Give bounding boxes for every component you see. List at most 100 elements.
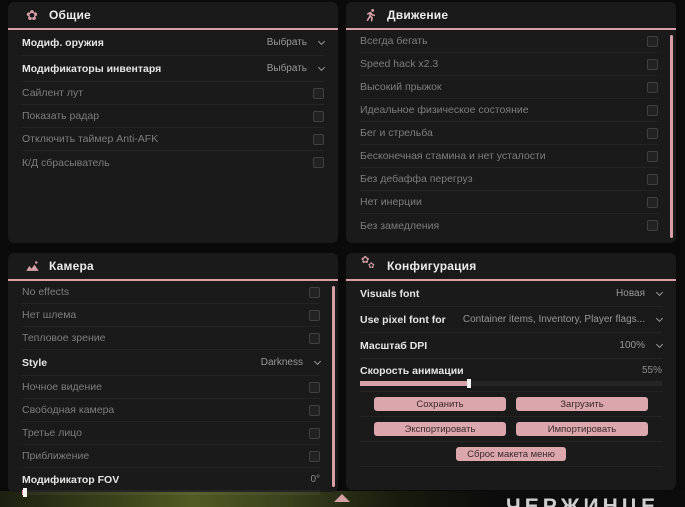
row-no-helmet[interactable]: Нет шлема: [22, 304, 320, 327]
row-thermal-vision[interactable]: Тепловое зрение: [22, 327, 320, 350]
checkbox[interactable]: [647, 35, 658, 47]
row-third-person[interactable]: Третье лицо: [22, 422, 320, 445]
row-zoom[interactable]: Приближение: [22, 445, 320, 468]
export-button[interactable]: Экспортировать: [374, 422, 506, 436]
dropdown-value: Выбрать: [266, 63, 307, 74]
import-button[interactable]: Импортировать: [516, 422, 648, 436]
row-label: Высокий прыжок: [360, 81, 442, 93]
row-always-run[interactable]: Всегда бегать: [360, 30, 658, 53]
animation-speed-slider-fill: [360, 381, 469, 386]
button-row-reset: Сброс макета меню: [360, 442, 662, 467]
panel-camera: Камера No effects Нет шлема Тепловое зре…: [8, 253, 338, 497]
animation-speed-slider[interactable]: [360, 379, 662, 388]
row-infinite-stamina[interactable]: Бесконечная стамина и нет усталости: [360, 145, 658, 168]
row-label: Бесконечная стамина и нет усталости: [360, 150, 546, 162]
panel-movement-header: Движение: [346, 2, 676, 30]
dropdown-value: 100%: [619, 340, 645, 351]
dropdown[interactable]: 100%: [619, 340, 664, 351]
row-dpi-scale[interactable]: Масштаб DPI 100%: [360, 333, 664, 359]
checkbox[interactable]: [313, 157, 324, 168]
row-cooldown-reset[interactable]: К/Д сбрасыватель: [22, 151, 324, 174]
row-label: No effects: [22, 286, 70, 298]
animation-speed-slider-handle[interactable]: [466, 379, 471, 388]
row-label: Показать радар: [22, 110, 100, 122]
dropdown[interactable]: Новая: [616, 288, 664, 299]
checkbox[interactable]: [647, 150, 658, 162]
save-button[interactable]: Сохранить: [374, 397, 506, 411]
checkbox[interactable]: [309, 450, 320, 462]
row-label: Без замедления: [360, 219, 440, 232]
fov-slider[interactable]: [22, 488, 320, 497]
row-no-effects[interactable]: No effects: [22, 281, 320, 304]
row-free-camera[interactable]: Свободная камера: [22, 399, 320, 422]
row-label: Скорость анимации: [360, 364, 464, 377]
panel-general-rows: Модиф. оружия Выбрать Модификаторы инвен…: [8, 30, 338, 174]
row-label: Масштаб DPI: [360, 339, 428, 352]
row-label: Модификаторы инвентаря: [22, 62, 162, 75]
row-label: Всегда бегать: [360, 35, 428, 47]
row-show-radar[interactable]: Показать радар: [22, 105, 324, 128]
row-label: Нет шлема: [22, 309, 77, 321]
row-no-inertia[interactable]: Нет инерции: [360, 191, 658, 214]
checkbox[interactable]: [309, 427, 320, 439]
checkbox[interactable]: [647, 196, 658, 208]
checkbox[interactable]: [647, 58, 658, 70]
checkbox[interactable]: [309, 381, 320, 393]
chevron-down-icon: [655, 314, 664, 323]
checkbox[interactable]: [309, 309, 320, 321]
row-label: Сайлент лут: [22, 87, 84, 99]
checkbox[interactable]: [313, 110, 324, 122]
row-perfect-physical-state[interactable]: Идеальное физическое состояние: [360, 99, 658, 122]
row-high-jump[interactable]: Высокий прыжок: [360, 76, 658, 99]
row-label: Speed hack x2.3: [360, 58, 439, 70]
row-disable-antiafk-timer[interactable]: Отключить таймер Anti-AFK: [22, 128, 324, 151]
row-label: Use pixel font for: [360, 313, 446, 326]
dropdown[interactable]: Выбрать: [266, 63, 326, 74]
panel-title: Общие: [49, 8, 91, 22]
checkbox[interactable]: [647, 220, 658, 231]
dropdown[interactable]: Container items, Inventory, Player flags…: [463, 314, 664, 325]
row-label: К/Д сбрасыватель: [22, 156, 110, 169]
row-speed-hack[interactable]: Speed hack x2.3: [360, 53, 658, 76]
flower-icon: ✿: [26, 7, 38, 23]
row-weapon-mod[interactable]: Модиф. оружия Выбрать: [22, 30, 326, 56]
checkbox[interactable]: [647, 127, 658, 139]
scrollbar[interactable]: [670, 35, 673, 238]
fov-value: 0°: [310, 474, 320, 485]
reset-menu-layout-button[interactable]: Сброс макета меню: [456, 447, 566, 461]
mod-menu-screen: ЧЕРЖИНЦЕ ✿ Общие Модиф. оружия Выбрать М…: [0, 0, 685, 507]
button-row-save-load: Сохранить Загрузить: [360, 392, 662, 417]
row-run-and-shoot[interactable]: Бег и стрельба: [360, 122, 658, 145]
row-use-pixel-font-for[interactable]: Use pixel font for Container items, Inve…: [360, 307, 664, 333]
fov-slider-handle[interactable]: [22, 488, 27, 497]
panel-movement-rows: Всегда бегать Speed hack x2.3 Высокий пр…: [346, 30, 676, 237]
row-inventory-mods[interactable]: Модификаторы инвентаря Выбрать: [22, 56, 326, 82]
panel-configuration-header: ✿ ✿ Конфигурация: [346, 253, 676, 281]
checkbox[interactable]: [309, 404, 320, 416]
runner-icon: [362, 7, 378, 23]
gear-icon: ✿: [368, 261, 375, 270]
chevron-down-icon: [317, 37, 326, 46]
dropdown[interactable]: Darkness: [261, 357, 322, 368]
row-no-slowdown[interactable]: Без замедления: [360, 214, 658, 237]
panel-title: Конфигурация: [387, 259, 477, 273]
checkbox[interactable]: [647, 104, 658, 116]
checkbox[interactable]: [313, 133, 324, 145]
checkbox[interactable]: [647, 173, 658, 185]
panel-general-header: ✿ Общие: [8, 2, 338, 30]
checkbox[interactable]: [309, 332, 320, 344]
row-visuals-font[interactable]: Visuals font Новая: [360, 281, 664, 307]
checkbox[interactable]: [647, 81, 658, 93]
row-silent-loot[interactable]: Сайлент лут: [22, 82, 324, 105]
scrollbar[interactable]: [332, 286, 335, 487]
row-no-overload-debuff[interactable]: Без дебаффа перегруз: [360, 168, 658, 191]
dropdown[interactable]: Выбрать: [267, 37, 326, 48]
animation-speed-header: Скорость анимации 55%: [360, 362, 662, 379]
checkbox[interactable]: [313, 87, 324, 99]
chevron-down-icon: [317, 63, 326, 72]
row-label: Бег и стрельба: [360, 127, 433, 139]
row-style[interactable]: Style Darkness: [22, 350, 322, 376]
checkbox[interactable]: [309, 286, 320, 298]
load-button[interactable]: Загрузить: [516, 397, 648, 411]
row-night-vision[interactable]: Ночное видение: [22, 376, 320, 399]
